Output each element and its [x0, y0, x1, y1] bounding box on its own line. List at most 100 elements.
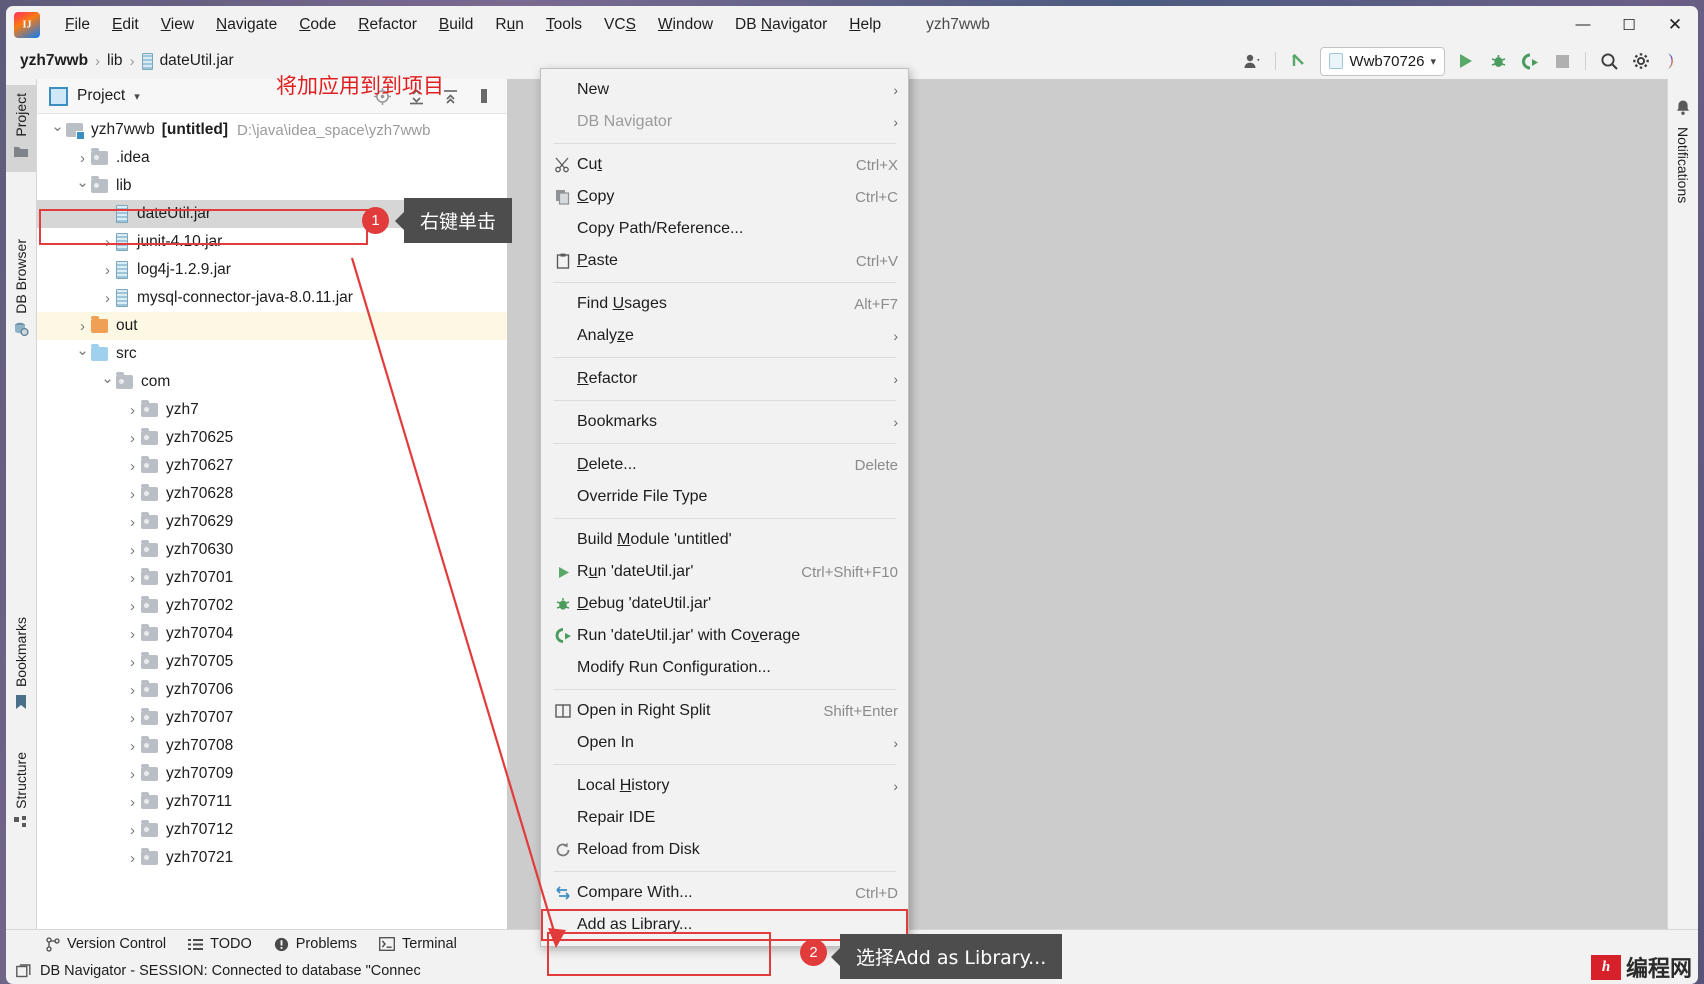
chevron-down-icon[interactable] [49, 121, 66, 139]
chevron-right-icon[interactable] [124, 430, 141, 447]
context-menu-item-open-in[interactable]: Open In› [541, 727, 908, 759]
sidebar-item-db-browser[interactable]: DB Browser [6, 231, 36, 351]
context-menu-item-reload-from-disk[interactable]: Reload from Disk [541, 834, 908, 866]
chevron-right-icon[interactable] [99, 262, 116, 279]
chevron-down-icon[interactable] [74, 345, 91, 363]
menu-window[interactable]: Window [647, 12, 724, 38]
stop-icon[interactable] [1547, 47, 1577, 75]
tool-window-problems[interactable]: Problems [274, 936, 357, 952]
tree-row[interactable]: out [37, 312, 507, 340]
tool-window-version-control[interactable]: Version Control [46, 936, 166, 952]
context-menu-item-run-dateutil-jar[interactable]: Run 'dateUtil.jar'Ctrl+Shift+F10 [541, 556, 908, 588]
tool-window-todo[interactable]: TODO [188, 936, 252, 952]
chevron-right-icon[interactable] [124, 626, 141, 643]
breadcrumb-item[interactable]: dateUtil.jar [142, 52, 234, 70]
chevron-right-icon[interactable] [124, 486, 141, 503]
context-menu-item-copy-path-reference[interactable]: Copy Path/Reference... [541, 213, 908, 245]
chevron-right-icon[interactable] [124, 710, 141, 727]
context-menu-item-modify-run-configuration[interactable]: Modify Run Configuration... [541, 652, 908, 684]
context-menu[interactable]: New›DB Navigator›CutCtrl+XCopyCtrl+CCopy… [540, 68, 909, 947]
context-menu-item-override-file-type[interactable]: Override File Type [541, 481, 908, 513]
menu-code[interactable]: Code [288, 12, 347, 38]
chevron-right-icon[interactable] [99, 290, 116, 307]
chevron-right-icon[interactable] [124, 654, 141, 671]
menu-edit[interactable]: Edit [101, 12, 150, 38]
chevron-right-icon[interactable] [124, 542, 141, 559]
chevron-right-icon[interactable] [74, 318, 91, 335]
settings-icon[interactable] [1626, 47, 1656, 75]
sidebar-item-project[interactable]: Project [6, 85, 36, 172]
breadcrumb-item[interactable]: yzh7wwb [20, 52, 88, 70]
tree-row[interactable]: yzh7 [37, 396, 507, 424]
tree-row[interactable]: yzh70628 [37, 480, 507, 508]
user-icon[interactable] [1237, 47, 1267, 75]
tree-row[interactable]: log4j-1.2.9.jar [37, 256, 507, 284]
chevron-right-icon[interactable] [124, 738, 141, 755]
chevron-right-icon[interactable] [99, 234, 116, 251]
context-menu-item-repair-ide[interactable]: Repair IDE [541, 802, 908, 834]
chevron-right-icon[interactable] [124, 794, 141, 811]
chevron-down-icon[interactable] [99, 373, 116, 391]
tree-row[interactable]: yzh70707 [37, 704, 507, 732]
chevron-right-icon[interactable] [124, 570, 141, 587]
tree-row[interactable]: yzh70625 [37, 424, 507, 452]
chevron-right-icon[interactable] [74, 150, 91, 167]
chevron-down-icon[interactable]: ▾ [134, 90, 140, 103]
close-button[interactable]: ✕ [1652, 6, 1698, 43]
run-icon[interactable] [1451, 47, 1481, 75]
hide-icon[interactable] [469, 82, 499, 110]
menu-view[interactable]: View [150, 12, 205, 38]
context-menu-item-copy[interactable]: CopyCtrl+C [541, 181, 908, 213]
chevron-right-icon[interactable] [124, 766, 141, 783]
chevron-right-icon[interactable] [124, 402, 141, 419]
menu-help[interactable]: Help [838, 12, 892, 38]
chevron-right-icon[interactable] [124, 682, 141, 699]
maximize-button[interactable]: ☐ [1606, 6, 1652, 43]
context-menu-item-debug-dateutil-jar[interactable]: Debug 'dateUtil.jar' [541, 588, 908, 620]
menu-file[interactable]: File [54, 12, 101, 38]
menu-refactor[interactable]: Refactor [347, 12, 428, 38]
context-menu-item-new[interactable]: New› [541, 74, 908, 106]
ide-assistant-icon[interactable] [1658, 47, 1688, 75]
menu-db-navigator[interactable]: DB Navigator [724, 12, 838, 38]
chevron-right-icon[interactable] [124, 598, 141, 615]
tree-row[interactable]: lib [37, 172, 507, 200]
tree-row[interactable]: yzh70709 [37, 760, 507, 788]
tree-row[interactable]: yzh70627 [37, 452, 507, 480]
tree-row[interactable]: yzh70701 [37, 564, 507, 592]
sidebar-item-structure[interactable]: Structure [6, 744, 36, 844]
tree-row[interactable]: yzh70630 [37, 536, 507, 564]
chevron-right-icon[interactable] [124, 514, 141, 531]
tool-window-terminal[interactable]: Terminal [379, 936, 457, 952]
context-menu-item-local-history[interactable]: Local History› [541, 770, 908, 802]
context-menu-item-find-usages[interactable]: Find UsagesAlt+F7 [541, 288, 908, 320]
search-everywhere-icon[interactable] [1594, 47, 1624, 75]
tree-row[interactable]: yzh70702 [37, 592, 507, 620]
chevron-right-icon[interactable] [124, 850, 141, 867]
tree-row[interactable]: yzh70711 [37, 788, 507, 816]
context-menu-item-bookmarks[interactable]: Bookmarks› [541, 406, 908, 438]
context-menu-item-refactor[interactable]: Refactor› [541, 363, 908, 395]
breadcrumb-item[interactable]: lib [107, 52, 123, 70]
tree-row[interactable]: yzh7wwb[untitled]D:\java\idea_space\yzh7… [37, 116, 507, 144]
tree-row[interactable]: yzh70629 [37, 508, 507, 536]
chevron-right-icon[interactable] [124, 458, 141, 475]
tree-row[interactable]: com [37, 368, 507, 396]
minimize-button[interactable]: — [1560, 6, 1606, 43]
tree-row[interactable]: mysql-connector-java-8.0.11.jar [37, 284, 507, 312]
menu-vcs[interactable]: VCS [593, 12, 647, 38]
chevron-right-icon[interactable] [124, 822, 141, 839]
context-menu-item-run-dateutil-jar-with-coverage[interactable]: Run 'dateUtil.jar' with Coverage [541, 620, 908, 652]
context-menu-item-cut[interactable]: CutCtrl+X [541, 149, 908, 181]
sidebar-item-notifications[interactable]: Notifications [1668, 91, 1698, 213]
menu-build[interactable]: Build [428, 12, 484, 38]
tree-row[interactable]: yzh70706 [37, 676, 507, 704]
context-menu-item-analyze[interactable]: Analyze› [541, 320, 908, 352]
menu-navigate[interactable]: Navigate [205, 12, 288, 38]
menu-tools[interactable]: Tools [535, 12, 593, 38]
tree-row[interactable]: src [37, 340, 507, 368]
coverage-icon[interactable] [1515, 47, 1545, 75]
context-menu-item-delete[interactable]: Delete...Delete [541, 449, 908, 481]
context-menu-item-paste[interactable]: PasteCtrl+V [541, 245, 908, 277]
menu-run[interactable]: Run [484, 12, 534, 38]
